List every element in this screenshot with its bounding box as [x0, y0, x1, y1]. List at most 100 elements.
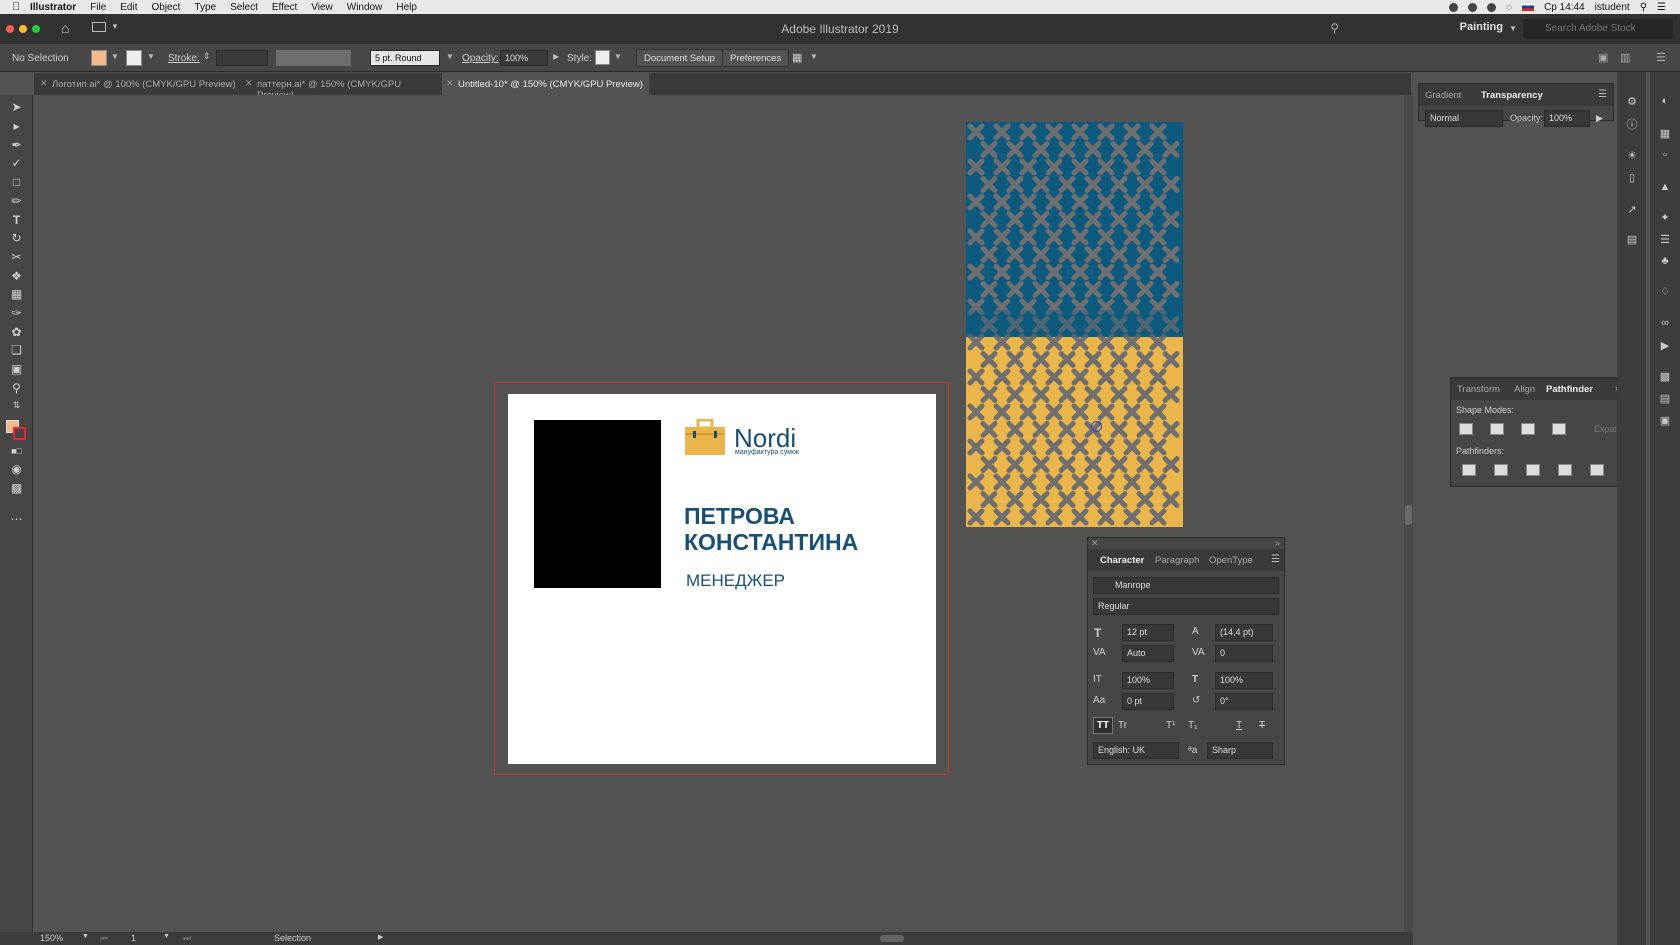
- font-style-select[interactable]: Regular: [1093, 598, 1279, 615]
- tab-paragraph[interactable]: Paragraph: [1155, 555, 1199, 566]
- tab-align[interactable]: Align: [1514, 384, 1535, 395]
- export-icon[interactable]: ↗: [1624, 202, 1640, 216]
- preferences-button[interactable]: Preferences: [722, 49, 790, 67]
- stroke-label[interactable]: Stroke:: [168, 53, 200, 64]
- horizontal-scroll-thumb[interactable]: [880, 935, 904, 942]
- tab-logo-document[interactable]: ✕ Логотип.ai* @ 100% (CMYK/GPU Preview): [36, 73, 241, 95]
- clock[interactable]: Ср 14:44: [1544, 2, 1585, 13]
- stroke-icon[interactable]: ☰: [1657, 232, 1673, 246]
- chevron-right-icon[interactable]: ▶: [1596, 113, 1603, 124]
- selection-tool-icon[interactable]: ➤: [8, 99, 25, 114]
- tab-transparency[interactable]: Transparency: [1481, 90, 1543, 101]
- screen-mode-icon[interactable]: ▩: [8, 480, 25, 495]
- artboard-tool-icon[interactable]: ▣: [8, 361, 25, 376]
- opacity-field[interactable]: 100%: [1544, 110, 1590, 127]
- menu-app-name[interactable]: Illustrator: [30, 2, 76, 13]
- adobe-stock-search-input[interactable]: Search Adobe Stock: [1523, 19, 1673, 39]
- chevron-down-icon[interactable]: ▼: [446, 52, 454, 61]
- baseline-shift-field[interactable]: 0 pt: [1122, 693, 1174, 710]
- chevron-right-icon[interactable]: ▶: [553, 52, 559, 61]
- job-title[interactable]: МЕНЕДЖЕР: [686, 571, 785, 591]
- brushes-icon[interactable]: ▫: [1657, 148, 1673, 162]
- transform-icon[interactable]: ▩: [1657, 369, 1673, 383]
- wifi-icon[interactable]: ◌: [1506, 2, 1512, 13]
- zoom-level[interactable]: 150%: [40, 933, 63, 943]
- apple-icon[interactable]: : [12, 2, 22, 13]
- subscript-icon[interactable]: T₁: [1188, 720, 1197, 731]
- person-name[interactable]: ПЕТРОВА КОНСТАНТИНА: [684, 503, 934, 555]
- minus-front-icon[interactable]: [1490, 423, 1504, 435]
- puppet-icon[interactable]: ✦: [1657, 210, 1673, 224]
- actions-icon[interactable]: ▶: [1657, 338, 1673, 352]
- menu-file[interactable]: File: [90, 2, 106, 13]
- brand-tagline[interactable]: мануфактура сумок: [735, 449, 799, 456]
- lasso-tool-icon[interactable]: ❖: [8, 268, 25, 283]
- swatches-icon[interactable]: ▦: [1657, 126, 1673, 140]
- close-icon[interactable]: ✕: [446, 78, 454, 89]
- chevron-down-icon[interactable]: ▼: [111, 52, 119, 61]
- photo-placeholder[interactable]: [534, 420, 661, 588]
- divide-icon[interactable]: [1462, 464, 1476, 476]
- scroll-thumb[interactable]: [1405, 505, 1412, 525]
- free-transform-tool-icon[interactable]: ▦: [8, 286, 25, 301]
- pen-tool-icon[interactable]: ✒: [8, 137, 25, 152]
- tab-opentype[interactable]: OpenType: [1209, 555, 1253, 566]
- chevron-down-icon[interactable]: ▼: [163, 933, 170, 940]
- superscript-icon[interactable]: T¹: [1166, 720, 1175, 731]
- color-mode-icon[interactable]: ■□: [8, 443, 25, 458]
- chevron-down-icon[interactable]: ▼: [614, 52, 622, 61]
- rotate-tool-icon[interactable]: ↻: [8, 230, 25, 245]
- close-icon[interactable]: ✕: [245, 78, 253, 89]
- outline-icon[interactable]: [1590, 464, 1604, 476]
- collapse-panel-icon[interactable]: »: [1275, 538, 1280, 548]
- tab-gradient[interactable]: Gradient: [1425, 90, 1461, 101]
- stroke-weight-field[interactable]: [216, 50, 268, 66]
- graphic-style-swatch[interactable]: [595, 50, 610, 65]
- draw-mode-icon[interactable]: ◉: [8, 461, 25, 476]
- screen-icon[interactable]: [1468, 2, 1478, 12]
- tab-character[interactable]: Character: [1100, 555, 1144, 566]
- chevron-down-icon[interactable]: ▼: [810, 52, 818, 61]
- color-icon[interactable]: ◐: [1657, 94, 1673, 108]
- intersect-icon[interactable]: [1521, 423, 1535, 435]
- blend-mode-select[interactable]: Normal: [1425, 110, 1503, 127]
- lightbulb-icon[interactable]: ⚲: [1330, 21, 1339, 35]
- tab-transform[interactable]: Transform: [1457, 384, 1500, 395]
- vertical-scrollbar[interactable]: [1404, 95, 1413, 932]
- underline-icon[interactable]: T: [1236, 720, 1242, 731]
- tab-pattern-document[interactable]: ✕паттерн.ai* @ 150% (CMYK/GPU Preview): [241, 73, 439, 101]
- transparency-icon[interactable]: ♣: [1657, 254, 1673, 268]
- brush-definition[interactable]: 5 pt. Round: [370, 50, 440, 66]
- curvature-tool-icon[interactable]: ✓: [8, 155, 25, 170]
- opacity-label[interactable]: Opacity:: [462, 53, 499, 64]
- workspace-switcher[interactable]: Painting: [1460, 21, 1503, 33]
- tracking-field[interactable]: 0: [1215, 645, 1273, 662]
- menu-type[interactable]: Type: [194, 2, 216, 13]
- menu-view[interactable]: View: [311, 2, 333, 13]
- last-artboard-icon[interactable]: ⏭: [183, 933, 191, 944]
- menu-window[interactable]: Window: [347, 2, 383, 13]
- align-icon[interactable]: ▤: [1657, 391, 1673, 405]
- exclude-icon[interactable]: [1552, 423, 1566, 435]
- menu-effect[interactable]: Effect: [272, 2, 297, 13]
- merge-icon[interactable]: [1526, 464, 1540, 476]
- pathfinder-icon[interactable]: ▣: [1657, 413, 1673, 427]
- chevron-down-icon[interactable]: ▼: [147, 52, 155, 61]
- chevron-down-icon[interactable]: ▼: [82, 933, 89, 940]
- character-rotation-field[interactable]: 0°: [1215, 693, 1273, 710]
- strikethrough-icon[interactable]: T: [1259, 720, 1265, 731]
- font-family-select[interactable]: Manrope: [1093, 577, 1279, 594]
- horizontal-scale-field[interactable]: 100%: [1215, 672, 1273, 689]
- vertical-scale-field[interactable]: 100%: [1122, 672, 1174, 689]
- font-size-field[interactable]: 12 pt: [1122, 624, 1174, 641]
- symbols-icon[interactable]: ▲: [1657, 180, 1673, 194]
- status-icon[interactable]: [1449, 2, 1459, 12]
- close-icon[interactable]: ✕: [1091, 538, 1099, 549]
- stroke-weight-stepper[interactable]: ⇕: [203, 51, 211, 62]
- graphic-styles-icon[interactable]: ▯: [1624, 170, 1640, 184]
- control-bar-menu-icon[interactable]: ☰: [1656, 51, 1666, 64]
- rectangle-tool-icon[interactable]: □: [8, 174, 25, 189]
- russian-flag-icon[interactable]: [1522, 3, 1535, 11]
- all-caps-icon[interactable]: TT: [1093, 717, 1113, 734]
- anti-aliasing-select[interactable]: Sharp: [1207, 742, 1273, 759]
